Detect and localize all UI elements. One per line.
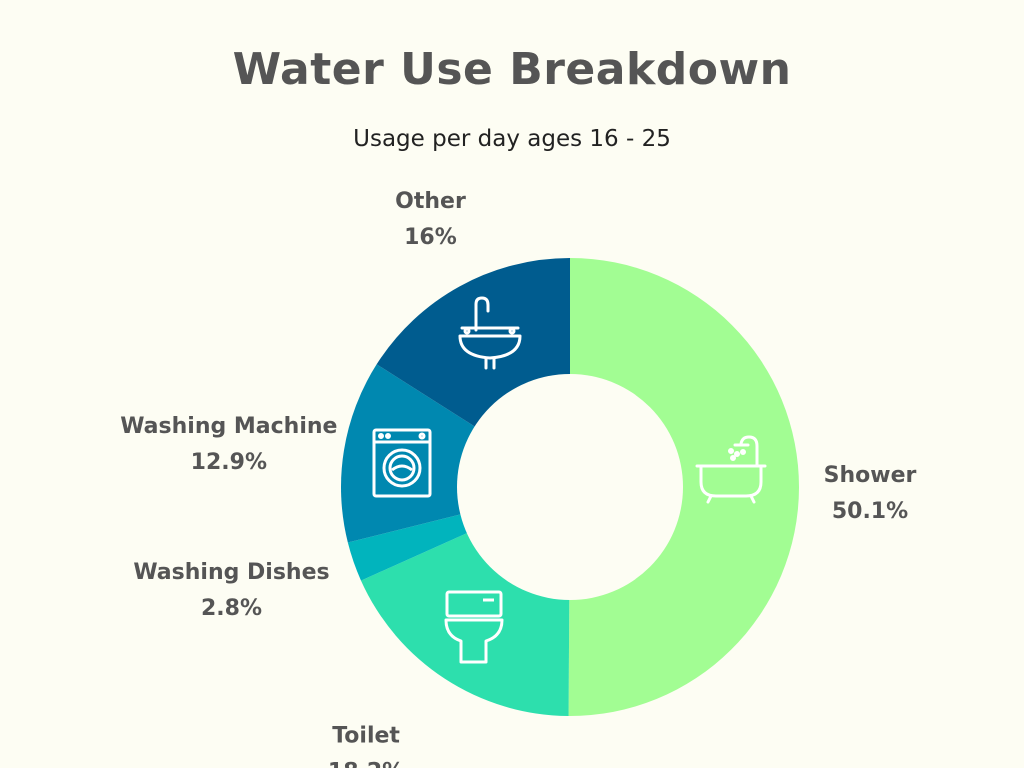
slice-name: Other bbox=[395, 189, 466, 214]
slice-name: Shower bbox=[824, 463, 917, 488]
slice-value: 2.8% bbox=[201, 596, 262, 621]
slice-value: 16% bbox=[404, 225, 457, 250]
slice-name: Toilet bbox=[332, 723, 400, 748]
slice-label-toilet: Toilet 18.2% bbox=[328, 723, 404, 768]
slice-label-washing-dishes: Washing Dishes 2.8% bbox=[133, 560, 329, 621]
slice-name: Washing Dishes bbox=[133, 560, 329, 585]
slice-value: 50.1% bbox=[832, 499, 908, 524]
slice-value: 18.2% bbox=[328, 759, 404, 768]
slice-label-shower: Shower 50.1% bbox=[824, 463, 917, 524]
slice-label-other: Other 16% bbox=[395, 189, 466, 250]
slice-name: Washing Machine bbox=[120, 414, 337, 439]
donut-hole bbox=[457, 374, 683, 600]
donut-chart: Shower 50.1% Toilet 18.2% Washing Dishes 2.8%… bbox=[120, 189, 917, 768]
slice-label-washing-machine: Washing Machine 12.9% bbox=[120, 414, 337, 475]
slice-value: 12.9% bbox=[191, 450, 267, 475]
